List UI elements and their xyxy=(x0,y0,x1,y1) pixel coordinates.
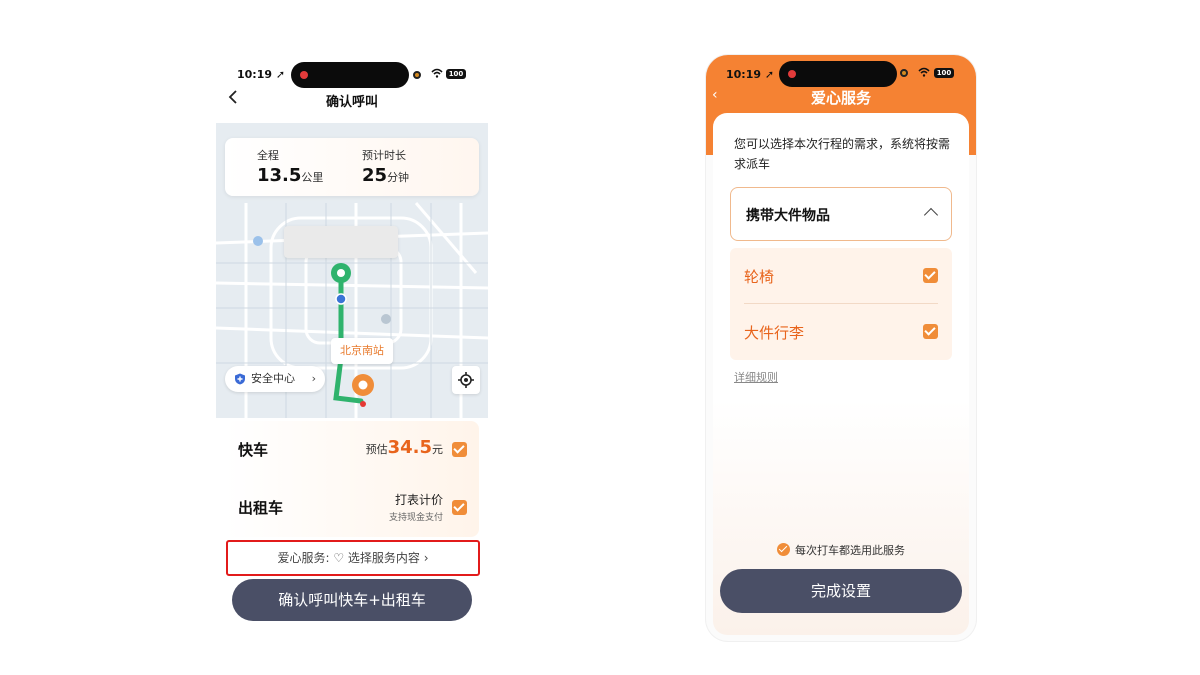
trip-duration: 预计时长 25分钟 xyxy=(362,149,410,186)
ride-name: 快车 xyxy=(238,441,269,459)
wifi-icon xyxy=(918,67,930,80)
estimated-price: 预估34.5元 xyxy=(365,437,443,458)
ride-option-express[interactable]: 快车 预估34.5元 xyxy=(225,421,479,477)
nav-bar: 确认呼叫 xyxy=(216,88,488,112)
category-large-items[interactable]: 携带大件物品 xyxy=(730,187,952,241)
ride-name: 出租车 xyxy=(238,499,284,517)
safety-center-button[interactable]: 安全中心 › xyxy=(225,366,325,392)
page-title: 确认呼叫 xyxy=(325,95,378,110)
destination-label: 北京南站 xyxy=(331,338,393,364)
meter-pricing: 打表计价 支持现金支付 xyxy=(388,493,443,523)
detail-rules-link[interactable]: 详细规则 xyxy=(734,369,778,385)
ride-options-panel: 快车 预估34.5元 出租车 打表计价 支持现金支付 xyxy=(225,421,479,537)
status-bar: 10:19 ➚ 100 xyxy=(216,58,488,92)
confirm-call-screen: 10:19 ➚ 100 确认呼叫 全程 13.5公里 预计时长 25分钟 北京南… xyxy=(216,58,488,630)
locate-me-button[interactable] xyxy=(452,366,480,394)
option-large-luggage[interactable]: 大件行李 xyxy=(730,304,952,360)
wifi-icon xyxy=(431,68,443,81)
option-wheelchair[interactable]: 轮椅 xyxy=(730,248,952,304)
remember-label: 每次打车都选用此服务 xyxy=(795,544,905,557)
battery-icon: 100 xyxy=(446,69,466,79)
trip-distance: 全程 13.5公里 xyxy=(257,149,324,186)
taxi-checkbox[interactable] xyxy=(452,500,467,515)
intro-text: 您可以选择本次行程的需求，系统将按需求派车 xyxy=(734,137,951,171)
luggage-checkbox[interactable] xyxy=(923,324,938,339)
category-label: 携带大件物品 xyxy=(746,208,830,224)
pickup-label-blurred xyxy=(284,226,398,258)
recording-dot-icon xyxy=(300,71,308,79)
care-service-screen: 10:19 ➚ 100 ‹ 爱心服务 您可以选择本次行程的需求，系统将按需求派车… xyxy=(706,55,976,641)
status-time: 10:19 ➚ xyxy=(726,68,775,81)
crosshair-icon xyxy=(458,372,474,388)
ride-option-taxi[interactable]: 出租车 打表计价 支持现金支付 xyxy=(225,479,479,535)
service-options: 轮椅 大件行李 xyxy=(730,248,952,360)
shield-icon xyxy=(235,373,245,385)
camera-indicator-icon xyxy=(413,71,421,79)
wheelchair-checkbox[interactable] xyxy=(923,268,938,283)
care-service-selector[interactable]: 爱心服务: ♡ 选择服务内容 › xyxy=(226,540,480,576)
confirm-call-button[interactable]: 确认呼叫快车+出租车 xyxy=(232,579,472,621)
chevron-up-icon xyxy=(923,207,939,223)
camera-indicator-icon xyxy=(900,69,908,77)
dynamic-island xyxy=(291,62,409,88)
battery-icon: 100 xyxy=(934,68,954,78)
remember-service-toggle[interactable]: 每次打车都选用此服务 xyxy=(706,542,976,558)
trip-summary-card: 全程 13.5公里 预计时长 25分钟 xyxy=(225,138,479,196)
chevron-right-icon: › xyxy=(311,372,316,385)
express-checkbox[interactable] xyxy=(452,442,467,457)
complete-setup-button[interactable]: 完成设置 xyxy=(720,569,962,613)
check-circle-icon xyxy=(777,543,790,556)
dynamic-island xyxy=(779,61,897,87)
recording-dot-icon xyxy=(788,70,796,78)
safety-center-label: 安全中心 xyxy=(251,372,295,385)
page-title: 爱心服务 xyxy=(810,89,871,107)
status-time: 10:19 ➚ xyxy=(237,68,286,81)
